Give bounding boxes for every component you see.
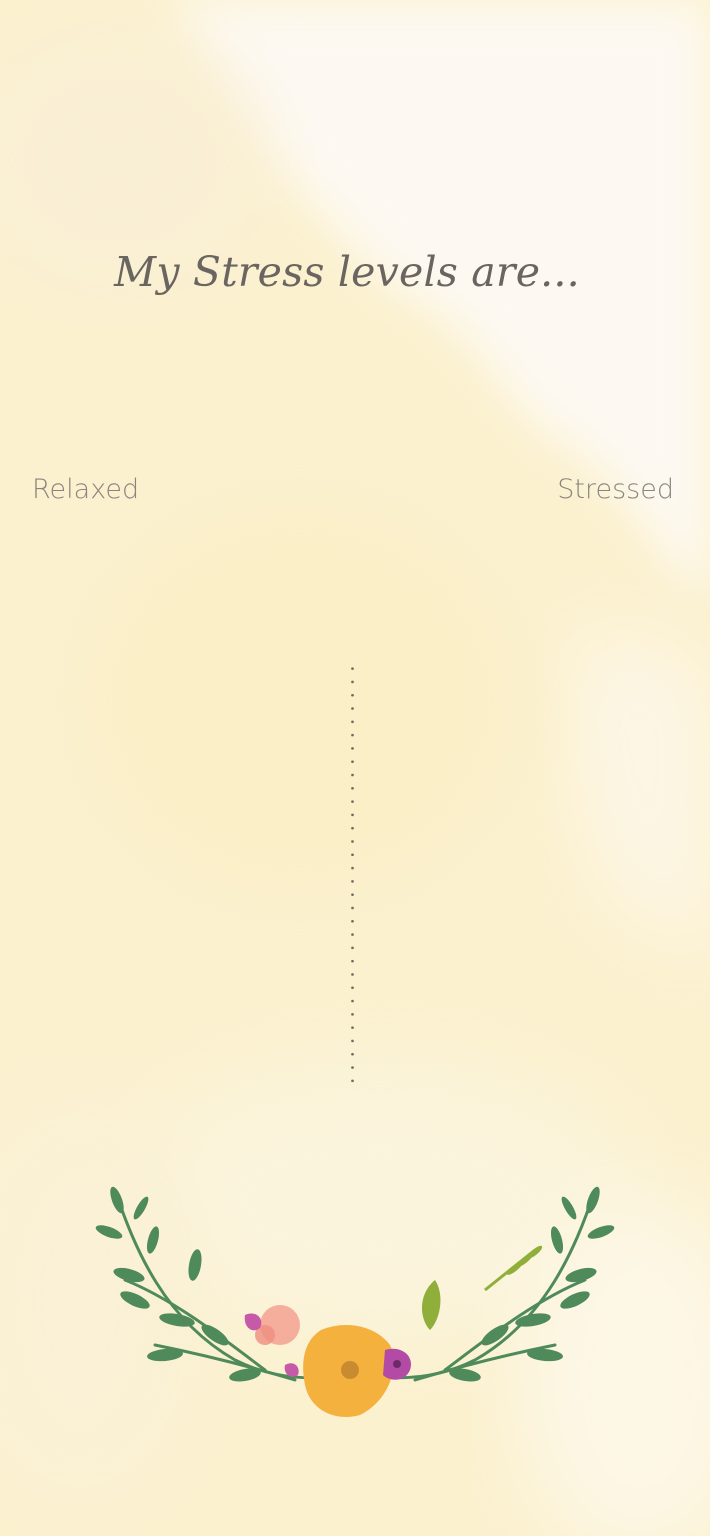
relaxed-label[interactable]: Relaxed xyxy=(32,474,139,505)
stressed-label[interactable]: Stressed xyxy=(557,474,674,505)
stress-level-slider[interactable] xyxy=(344,656,362,1086)
page-title: My Stress levels are... xyxy=(114,248,580,296)
dotted-level-line xyxy=(351,662,354,1084)
stress-level-screen: My Stress levels are... Relaxed Stressed xyxy=(0,0,710,1536)
floral-wreath-icon xyxy=(95,1186,615,1417)
